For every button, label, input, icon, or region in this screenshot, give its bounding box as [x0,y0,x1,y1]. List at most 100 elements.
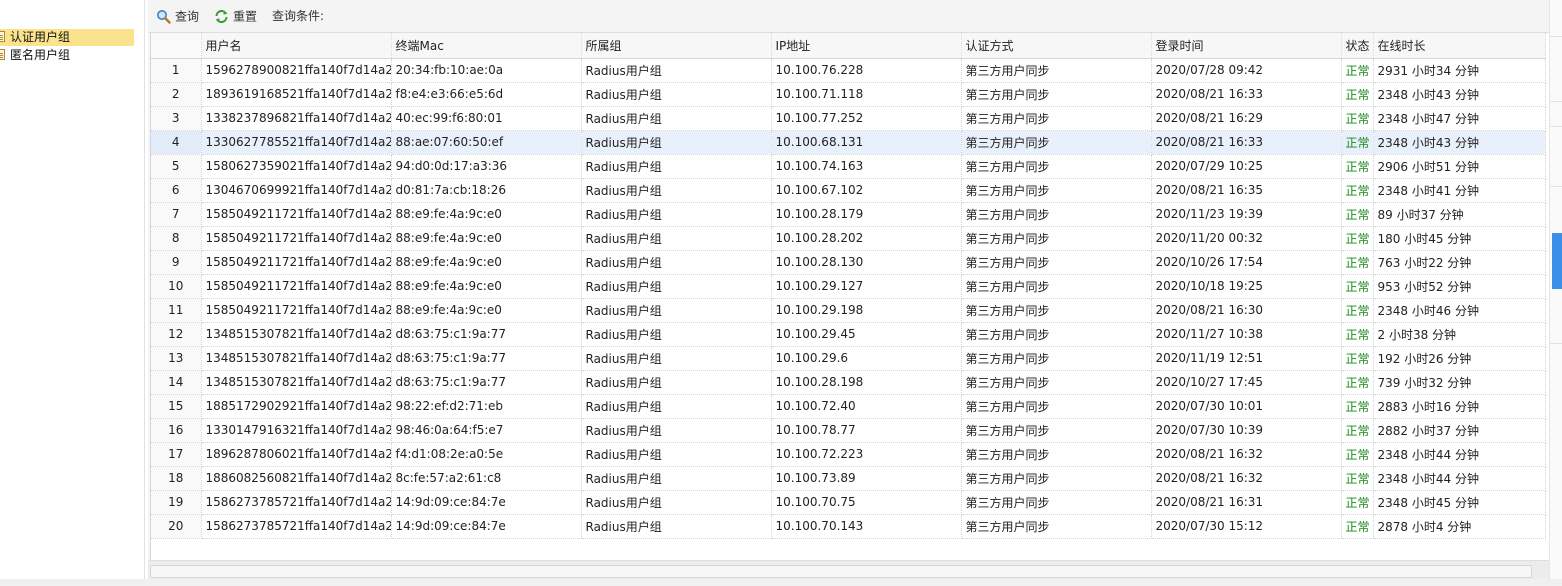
table-cell: 1580627359021ffa140f7d14a24a6( [201,154,392,179]
reset-button[interactable]: 重置 [214,8,257,24]
tree-item-label: 匿名用户组 [10,48,71,62]
table-cell: 2931 小时34 分钟 [1373,58,1546,83]
table-cell: 第三方用户同步 [961,82,1152,107]
row-number: 16 [151,418,202,443]
status-cell: 正常 [1341,226,1374,251]
status-cell: 正常 [1341,202,1374,227]
row-number: 7 [151,202,202,227]
table-cell: 第三方用户同步 [961,58,1152,83]
column-header[interactable]: 认证方式 [961,33,1152,59]
table-cell: 2020/10/18 19:25 [1151,274,1342,299]
table-cell: 第三方用户同步 [961,346,1152,371]
table-row[interactable]: 21893619168521ffa140f7d14a24a6(f8:e4:e3:… [151,82,1546,107]
query-condition-label: 查询条件: [272,9,325,23]
table-cell: 第三方用户同步 [961,154,1152,179]
tree-item-auth-group[interactable]: 认证用户组 [0,29,134,46]
table-row[interactable]: 161330147916321ffa140f7d14a24a6(98:46:0a… [151,418,1546,443]
column-header[interactable]: 用户名 [201,33,392,59]
table-cell: 第三方用户同步 [961,274,1152,299]
column-header[interactable]: 终端Mac [391,33,582,59]
scroll-divider [1550,36,1562,37]
table-row[interactable]: 181886082560821ffa140f7d14a24a6(8c:fe:57… [151,466,1546,491]
row-number: 9 [151,250,202,275]
magnifier-icon [157,10,171,24]
table-cell: 2020/08/21 16:33 [1151,130,1342,155]
table-row[interactable]: 121348515307821ffa140f7d14a24a6(d8:63:75… [151,322,1546,347]
table-cell: 89 小时37 分钟 [1373,202,1546,227]
scroll-divider [1550,126,1562,127]
table-cell: Radius用户组 [581,346,772,371]
table-row[interactable]: 171896287806021ffa140f7d14a24a6(f4:d1:08… [151,442,1546,467]
table-cell: 88:e9:fe:4a:9c:e0 [391,226,582,251]
column-header[interactable]: IP地址 [771,33,962,59]
table-row[interactable]: 41330627785521ffa140f7d14a24a6(88:ae:07:… [151,130,1546,155]
table-cell: 953 小时52 分钟 [1373,274,1546,299]
table-cell: 10.100.72.223 [771,442,962,467]
row-number: 2 [151,82,202,107]
table-row[interactable]: 61304670699921ffa140f7d14a24a6(d0:81:7a:… [151,178,1546,203]
table-row[interactable]: 11596278900821ffa140f7d14a24a6(20:34:fb:… [151,58,1546,83]
table-cell: 第三方用户同步 [961,202,1152,227]
table-cell: 20:34:fb:10:ae:0a [391,58,582,83]
table-cell: Radius用户组 [581,130,772,155]
table-cell: 2020/08/21 16:29 [1151,106,1342,131]
table-cell: 2348 小时43 分钟 [1373,82,1546,107]
table-row[interactable]: 81585049211721ffa140f7d14a24a6(88:e9:fe:… [151,226,1546,251]
table-row[interactable]: 201586273785721ffa140f7d14a24a6(14:9d:09… [151,514,1546,539]
horizontal-scrollbar[interactable] [148,560,1549,580]
vertical-scroll-thumb[interactable] [1552,233,1562,289]
tree-item-anonymous-group[interactable]: 匿名用户组 [0,47,70,64]
table-cell: 1886082560821ffa140f7d14a24a6( [201,466,392,491]
table-cell: 1585049211721ffa140f7d14a24a6( [201,202,392,227]
table-cell: 2020/08/21 16:32 [1151,466,1342,491]
table-cell: 1596278900821ffa140f7d14a24a6( [201,58,392,83]
table-row[interactable]: 151885172902921ffa140f7d14a24a6(98:22:ef… [151,394,1546,419]
table-cell: 14:9d:09:ce:84:7e [391,490,582,515]
table-cell: 2020/07/30 15:12 [1151,514,1342,539]
table-cell: 1338237896821ffa140f7d14a24a6( [201,106,392,131]
table-row[interactable]: 191586273785721ffa140f7d14a24a6(14:9d:09… [151,490,1546,515]
status-cell: 正常 [1341,394,1374,419]
table-cell: d8:63:75:c1:9a:77 [391,346,582,371]
table-cell: 第三方用户同步 [961,298,1152,323]
column-header[interactable]: 状态 [1341,33,1374,59]
table-cell: Radius用户组 [581,298,772,323]
column-header[interactable]: 在线时长 [1373,33,1546,59]
table-cell: Radius用户组 [581,442,772,467]
table-row[interactable]: 111585049211721ffa140f7d14a24a6(88:e9:fe… [151,298,1546,323]
query-button[interactable]: 查询 [156,8,199,24]
table-row[interactable]: 131348515307821ffa140f7d14a24a6(d8:63:75… [151,346,1546,371]
table-row[interactable]: 51580627359021ffa140f7d14a24a6(94:d0:0d:… [151,154,1546,179]
table-cell: 10.100.28.179 [771,202,962,227]
table-cell: 2020/11/23 19:39 [1151,202,1342,227]
table-cell: Radius用户组 [581,370,772,395]
online-users-grid: 用户名 终端Mac 所属组 IP地址 认证方式 登录时间 状态 在线时长 1 15… [150,33,1550,560]
table-row[interactable]: 71585049211721ffa140f7d14a24a6(88:e9:fe:… [151,202,1546,227]
table-cell: 1585049211721ffa140f7d14a24a6( [201,226,392,251]
table-cell: 1304670699921ffa140f7d14a24a6( [201,178,392,203]
horizontal-scroll-thumb[interactable] [150,565,1532,578]
table-row[interactable]: 141348515307821ffa140f7d14a24a6(d8:63:75… [151,370,1546,395]
row-number: 12 [151,322,202,347]
table-cell: 第三方用户同步 [961,394,1152,419]
table-cell: 10.100.76.228 [771,58,962,83]
status-cell: 正常 [1341,250,1374,275]
table-cell: 2020/07/28 09:42 [1151,58,1342,83]
status-cell: 正常 [1341,442,1374,467]
row-number: 1 [151,58,202,83]
vertical-scrollbar[interactable] [1549,0,1562,579]
row-number: 14 [151,370,202,395]
table-cell: 1585049211721ffa140f7d14a24a6( [201,298,392,323]
column-header[interactable]: 所属组 [581,33,772,59]
online-users-table: 用户名 终端Mac 所属组 IP地址 认证方式 登录时间 状态 在线时长 1 15… [151,33,1546,539]
table-cell: 10.100.72.40 [771,394,962,419]
table-cell: 40:ec:99:f6:80:01 [391,106,582,131]
status-cell: 正常 [1341,274,1374,299]
table-row[interactable]: 91585049211721ffa140f7d14a24a6(88:e9:fe:… [151,250,1546,275]
table-cell: 10.100.29.6 [771,346,962,371]
table-row[interactable]: 31338237896821ffa140f7d14a24a6(40:ec:99:… [151,106,1546,131]
table-row[interactable]: 101585049211721ffa140f7d14a24a6(88:e9:fe… [151,274,1546,299]
status-cell: 正常 [1341,490,1374,515]
column-header[interactable]: 登录时间 [1151,33,1342,59]
table-cell: 2348 小时47 分钟 [1373,106,1546,131]
